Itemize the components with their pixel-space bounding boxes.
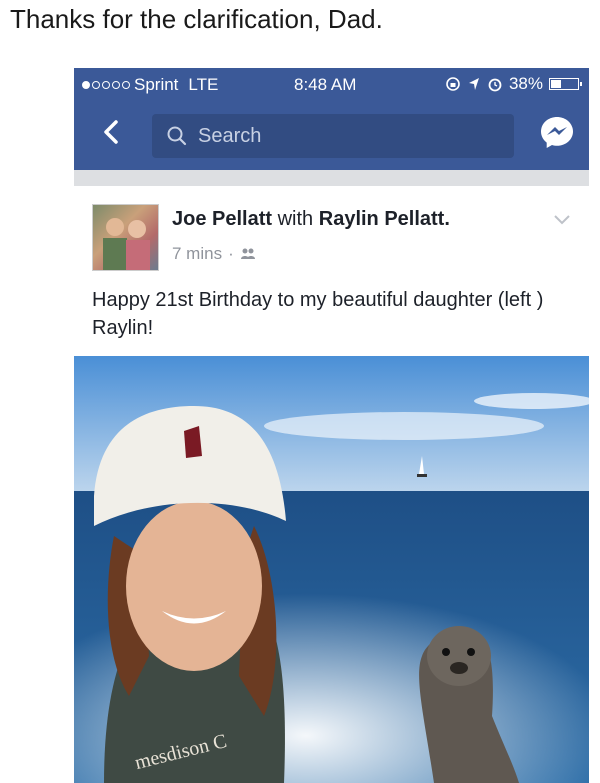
search-placeholder: Search <box>198 125 262 147</box>
orientation-lock-icon <box>446 77 460 91</box>
network-type: LTE <box>188 75 219 94</box>
post-time[interactable]: 7 mins <box>172 244 222 264</box>
author-name[interactable]: Joe Pellatt <box>172 208 272 230</box>
status-time: 8:48 AM <box>294 75 357 94</box>
feed-post: Joe Pellatt with Raylin Pellatt. 7 mins … <box>74 186 589 783</box>
alarm-icon <box>488 78 502 92</box>
post-author-line: Joe Pellatt with Raylin Pellatt. <box>172 208 450 231</box>
battery-fill <box>551 80 561 88</box>
signal-indicator: Sprint LTE <box>82 75 218 95</box>
with-word: with <box>277 208 314 230</box>
avatar[interactable] <box>92 204 159 271</box>
phone-screenshot: Sprint LTE 8:48 AM 38% Search Joe Pellat… <box>74 68 589 783</box>
location-arrow-icon <box>468 78 479 90</box>
search-input[interactable]: Search <box>152 114 514 158</box>
signal-strength-icon <box>82 81 130 89</box>
chevron-down-icon[interactable] <box>553 214 571 226</box>
carrier-name: Sprint <box>134 75 179 94</box>
facebook-nav-bar: Search <box>74 100 589 170</box>
status-right-icons: 38% <box>445 74 582 94</box>
tagged-name[interactable]: Raylin Pellatt. <box>319 208 450 230</box>
post-meta: 7 mins · <box>172 244 256 264</box>
battery-icon <box>549 78 582 90</box>
meme-caption: Thanks for the clarification, Dad. <box>10 4 383 34</box>
messenger-icon[interactable] <box>537 112 577 152</box>
battery-percent: 38% <box>508 74 543 93</box>
status-bar: Sprint LTE 8:48 AM 38% <box>74 68 589 100</box>
search-icon <box>167 126 187 146</box>
feed-separator <box>74 170 589 186</box>
post-text: Happy 21st Birthday to my beautiful daug… <box>92 289 544 339</box>
chevron-left-icon[interactable] <box>92 112 132 152</box>
friends-icon <box>240 248 255 259</box>
post-photo[interactable]: mesdison C <box>74 356 589 783</box>
